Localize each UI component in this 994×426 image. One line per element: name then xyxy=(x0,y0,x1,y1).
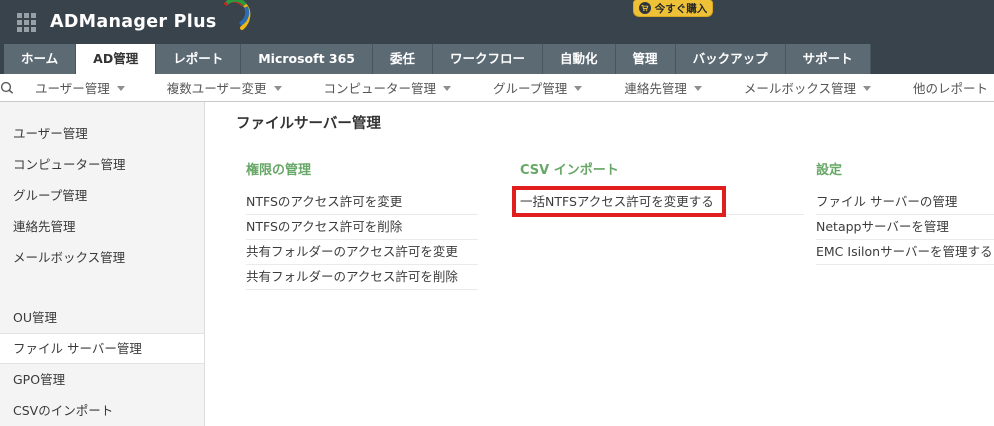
link-manage-file-servers[interactable]: ファイル サーバーの管理 xyxy=(816,190,994,215)
app-launcher-grid-icon[interactable] xyxy=(17,12,36,32)
chevron-down-icon xyxy=(862,86,871,91)
column-heading-permission-management: 権限の管理 xyxy=(246,163,312,178)
main-content: ファイルサーバー管理 権限の管理 NTFSのアクセス許可を変更 NTFSのアクセ… xyxy=(205,102,994,426)
link-remove-ntfs-permissions[interactable]: NTFSのアクセス許可を削除 xyxy=(246,215,478,240)
buy-now-button[interactable]: 今すぐ購入 xyxy=(633,0,713,17)
column-heading-csv-import: CSV インポート xyxy=(520,163,619,178)
link-bulk-modify-ntfs-permissions[interactable]: 一括NTFSアクセス許可を変更する xyxy=(512,186,804,217)
buy-now-label: 今すぐ購入 xyxy=(654,2,708,15)
brand-swirl-icon xyxy=(218,0,252,39)
chevron-down-icon xyxy=(273,86,282,91)
sidebar-item-group-management[interactable]: グループ管理 xyxy=(0,180,204,211)
sidebar-item-user-management[interactable]: ユーザー管理 xyxy=(0,118,204,149)
menu-computer-management[interactable]: コンピューター管理 xyxy=(303,78,473,97)
menu-group-management[interactable]: グループ管理 xyxy=(472,78,603,97)
column-heading-settings: 設定 xyxy=(816,163,843,178)
left-sidebar: ユーザー管理 コンピューター管理 グループ管理 連絡先管理 メールボックス管理 … xyxy=(0,102,205,426)
menu-user-management[interactable]: ユーザー管理 xyxy=(14,78,146,97)
link-remove-share-permissions[interactable]: 共有フォルダーのアクセス許可を削除 xyxy=(246,265,478,290)
sidebar-item-computer-management[interactable]: コンピューター管理 xyxy=(0,149,204,180)
tab-automation[interactable]: 自動化 xyxy=(543,44,616,74)
tab-admin[interactable]: 管理 xyxy=(615,44,676,74)
sidebar-item-gpo-management[interactable]: GPO管理 xyxy=(0,364,204,395)
chevron-down-icon xyxy=(693,86,702,91)
sidebar-item-mailbox-management[interactable]: メールボックス管理 xyxy=(0,242,204,273)
column-settings: 設定 ファイル サーバーの管理 Netappサーバーを管理 EMC Isilon… xyxy=(816,159,994,290)
sidebar-item-file-server-management[interactable]: ファイル サーバー管理 xyxy=(0,333,204,364)
sidebar-item-contact-management[interactable]: 連絡先管理 xyxy=(0,211,204,242)
menu-other-reports[interactable]: 他のレポート xyxy=(892,78,994,97)
tab-support[interactable]: サポート xyxy=(785,44,871,74)
search-icon[interactable] xyxy=(0,81,14,95)
tab-delegation[interactable]: 委任 xyxy=(373,44,434,74)
secondary-menu-bar: ユーザー管理 複数ユーザー変更 コンピューター管理 グループ管理 連絡先管理 メ… xyxy=(0,74,994,102)
chevron-down-icon xyxy=(116,86,125,91)
tab-backup[interactable]: バックアップ xyxy=(675,44,786,74)
link-manage-netapp-server[interactable]: Netappサーバーを管理 xyxy=(816,215,994,240)
sidebar-item-csv-import[interactable]: CSVのインポート xyxy=(0,395,204,426)
main-nav-tabs: ホーム AD管理 レポート Microsoft 365 委任 ワークフロー 自動… xyxy=(0,44,994,74)
shopping-cart-icon xyxy=(638,2,651,14)
column-csv-import: CSV インポート 一括NTFSアクセス許可を変更する xyxy=(512,159,816,290)
column-permission-management: 権限の管理 NTFSのアクセス許可を変更 NTFSのアクセス許可を削除 共有フォ… xyxy=(246,159,520,290)
tab-ad-management[interactable]: AD管理 xyxy=(76,44,157,74)
link-manage-emc-isilon-server[interactable]: EMC Isilonサーバーを管理する xyxy=(816,240,994,265)
link-columns: 権限の管理 NTFSのアクセス許可を変更 NTFSのアクセス許可を削除 共有フォ… xyxy=(236,159,994,290)
menu-mailbox-management[interactable]: メールボックス管理 xyxy=(723,78,892,97)
chevron-down-icon xyxy=(443,86,452,91)
tab-home[interactable]: ホーム xyxy=(4,44,77,74)
sidebar-item-ou-management[interactable]: OU管理 xyxy=(0,302,204,333)
tab-reports[interactable]: レポート xyxy=(156,44,242,74)
tab-microsoft-365[interactable]: Microsoft 365 xyxy=(241,44,373,74)
tab-workflow[interactable]: ワークフロー xyxy=(433,44,544,74)
chevron-down-icon xyxy=(574,86,583,91)
content-layout: ユーザー管理 コンピューター管理 グループ管理 連絡先管理 メールボックス管理 … xyxy=(0,102,994,426)
page-title: ファイルサーバー管理 xyxy=(236,116,381,132)
app-title: ADManager Plus xyxy=(50,12,217,32)
menu-multiple-user-modification[interactable]: 複数ユーザー変更 xyxy=(146,78,303,97)
menu-contact-management[interactable]: 連絡先管理 xyxy=(603,78,723,97)
link-modify-ntfs-permissions[interactable]: NTFSのアクセス許可を変更 xyxy=(246,190,478,215)
link-modify-share-permissions[interactable]: 共有フォルダーのアクセス許可を変更 xyxy=(246,240,478,265)
top-bar: ADManager Plus 今すぐ購入 xyxy=(0,0,994,44)
